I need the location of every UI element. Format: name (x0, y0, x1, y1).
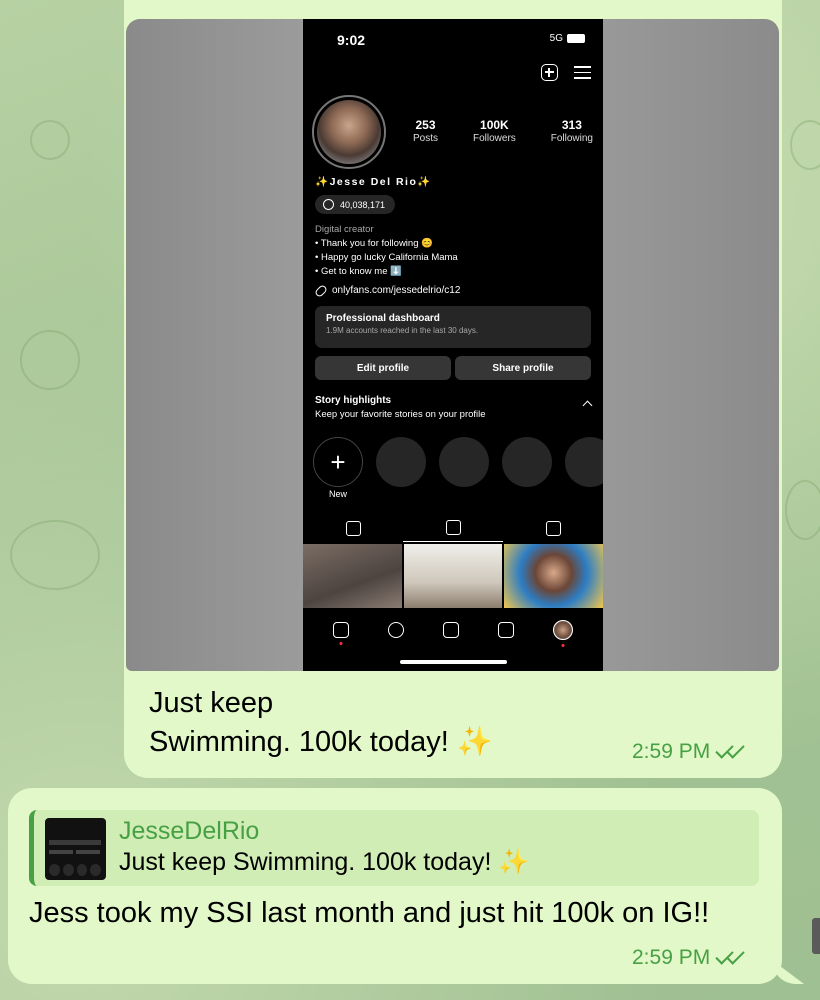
stat-value: 253 (415, 118, 436, 132)
home-icon (332, 622, 349, 645)
new-highlight-label: New (329, 489, 348, 499)
create-icon (442, 622, 459, 638)
wallpaper-doodle (790, 120, 820, 170)
threads-count: 40,038,171 (340, 199, 386, 210)
message-time: 2:59 PM (632, 946, 711, 969)
grid-icon (345, 520, 361, 536)
post-thumbnail (403, 544, 503, 608)
scroll-to-bottom-handle[interactable] (812, 918, 820, 954)
dashboard-title: Professional dashboard (326, 313, 440, 324)
highlight-placeholder (502, 437, 552, 487)
highlights-title: Story highlights (315, 395, 392, 406)
share-profile-button: Share profile (455, 356, 591, 380)
reply-text: Just keep Swimming. 100k today! ✨ (119, 848, 530, 876)
tab-reels (403, 514, 503, 542)
tab-tagged (503, 514, 603, 542)
threads-badge: 40,038,171 (315, 195, 396, 214)
read-receipt-icon (716, 949, 746, 967)
read-receipt-icon (716, 743, 746, 761)
tab-grid (303, 514, 403, 542)
post-thumbnail (303, 544, 402, 608)
message-meta: 2:59 PM (632, 740, 746, 764)
wallpaper-doodle (30, 120, 70, 160)
stat-value: 100K (480, 118, 509, 132)
highlights-row: + (313, 437, 603, 487)
message-line: Just keep (149, 687, 274, 719)
status-time: 9:02 (337, 32, 366, 48)
link-icon (313, 283, 329, 298)
bio-line: • Get to know me ⬇️ (315, 266, 402, 277)
bio-line: • Happy go lucky California Mama (315, 252, 458, 263)
highlights-subtitle: Keep your favorite stories on your profi… (315, 409, 486, 420)
profile-bio: Digital creator • Thank you for followin… (315, 223, 458, 279)
wallpaper-doodle (20, 330, 80, 390)
search-icon (387, 622, 404, 638)
reels-icon (498, 622, 515, 638)
message-time: 2:59 PM (632, 740, 711, 763)
wallpaper-doodle (10, 520, 100, 590)
stat-label: Followers (472, 133, 516, 144)
bio-line: • Thank you for following 😊 (315, 238, 433, 249)
stat-posts: 253 Posts (413, 118, 438, 144)
stat-followers: 100K Followers (473, 118, 516, 144)
wallpaper-doodle (785, 480, 820, 540)
plus-box-icon (541, 64, 558, 81)
dashboard-subtitle: 1.9M accounts reached in the last 30 day… (326, 326, 479, 335)
home-indicator (400, 660, 507, 664)
chevron-up-icon (582, 400, 593, 411)
reply-sender: JesseDelRio (119, 817, 260, 845)
threads-icon (323, 199, 334, 210)
stat-label: Posts (413, 133, 439, 144)
reels-icon (445, 520, 461, 535)
message-meta: 2:59 PM (632, 946, 746, 970)
profile-name: ✨Jesse Del Rio✨ (315, 176, 432, 188)
message-line: Swimming. 100k today! ✨ (149, 726, 493, 758)
professional-dashboard: Professional dashboard 1.9M accounts rea… (315, 306, 591, 348)
profile-avatar-icon (553, 620, 574, 647)
edit-profile-button: Edit profile (315, 356, 451, 380)
profile-tabs (303, 514, 603, 542)
network-label: 5G (549, 33, 563, 44)
highlight-placeholder (439, 437, 489, 487)
reply-thumbnail (45, 818, 106, 880)
menu-icon (574, 64, 591, 79)
profile-avatar (312, 95, 386, 169)
highlight-placeholder (565, 437, 603, 487)
bio-category: Digital creator (315, 224, 374, 235)
message-text: Jess took my SSI last month and just hit… (29, 897, 710, 929)
new-highlight-icon: + (313, 437, 363, 487)
highlight-placeholder (376, 437, 426, 487)
post-thumbnail (504, 544, 603, 608)
battery-icon (567, 34, 585, 43)
status-indicators: 5G (550, 33, 585, 44)
stat-following: 313 Following (551, 118, 593, 144)
profile-stats: 253 Posts 100K Followers 313 Following (413, 118, 593, 144)
profile-link-text: onlyfans.com/jessedelrio/c12 (332, 285, 461, 296)
profile-top-actions (541, 64, 591, 81)
stat-value: 313 (561, 118, 582, 132)
profile-link: onlyfans.com/jessedelrio/c12 (313, 283, 461, 298)
message-text: Just keep Swimming. 100k today! ✨ (149, 684, 493, 762)
bottom-nav (303, 610, 603, 650)
instagram-screenshot: 9:02 5G 253 Posts 100K Followers 313 Fol… (303, 19, 603, 671)
post-grid (303, 544, 603, 608)
stat-label: Following (550, 133, 593, 144)
profile-buttons: Edit profile Share profile (315, 356, 591, 380)
tagged-icon (545, 520, 561, 536)
